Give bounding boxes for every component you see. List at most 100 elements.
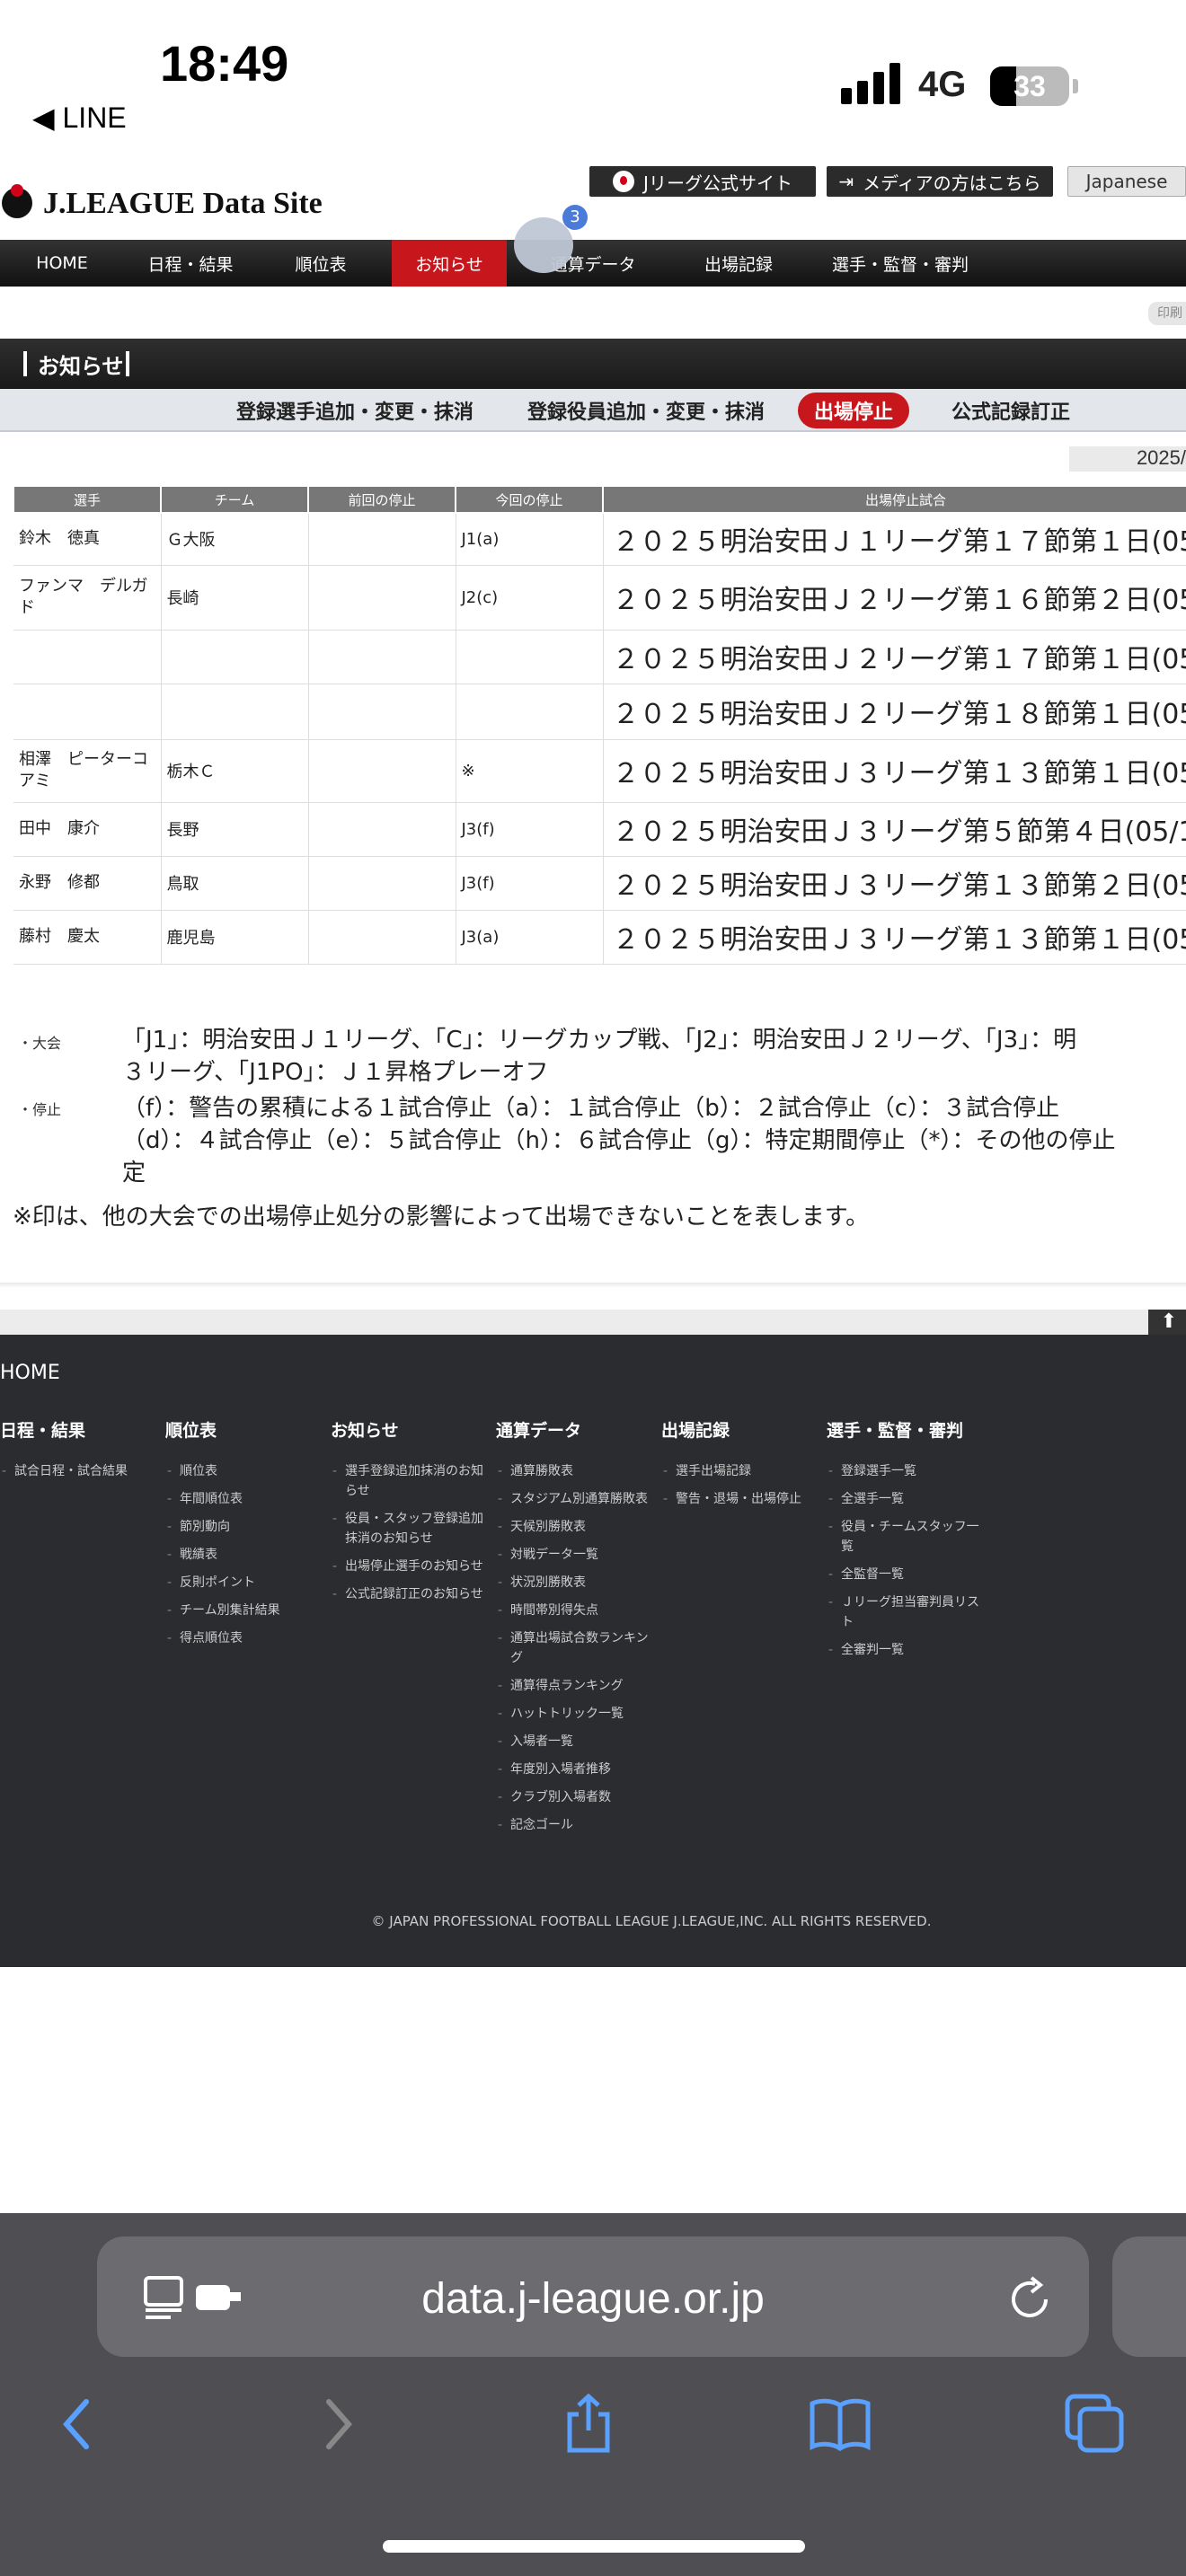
share-icon[interactable] [557,2393,620,2456]
footer-link[interactable]: 得点順位表 [165,1628,327,1648]
date-selector[interactable]: 2025/ [1069,446,1186,472]
back-to-top-icon[interactable]: ⬆ [1148,1310,1186,1335]
footer-link[interactable]: 通算得点ランキング [496,1676,658,1696]
subtab-suspension[interactable]: 出場停止 [791,389,916,432]
back-icon[interactable] [47,2393,110,2456]
print-button[interactable]: 印刷 [1148,302,1186,325]
previous-suspension [308,630,456,684]
footer-link[interactable]: 選手登録追加抹消のお知らせ [331,1461,492,1501]
suspended-match[interactable]: ２０２５明治安田Ｊ３リーグ第１３節第１日(05/17) [603,739,1186,803]
language-button[interactable]: Japanese [1067,166,1186,197]
table-row: 相澤 ピーターコアミ 栃木Ｃ ※ ２０２５明治安田Ｊ３リーグ第１３節第１日(05… [13,739,1186,803]
footer-link[interactable]: 役員・スタッフ登録追加抹消のお知らせ [331,1509,492,1548]
footer-link[interactable]: 公式記録訂正のお知らせ [331,1584,492,1604]
suspended-match[interactable]: ２０２５明治安田Ｊ３リーグ第５節第４日(05/14) [603,802,1186,857]
footer-link[interactable]: ハットトリック一覧 [496,1704,658,1724]
previous-suspension [308,910,456,965]
reload-icon[interactable] [1005,2274,1055,2325]
col-previous-suspension: 前回の停止 [307,485,456,514]
footer-link[interactable]: 記念ゴール [496,1815,658,1835]
table-row: 田中 康介 長野 J3(f) ２０２５明治安田Ｊ３リーグ第５節第４日(05/14… [13,802,1186,857]
previous-suspension [308,513,456,566]
player-name[interactable]: 永野 修都 [13,856,162,911]
footer-link[interactable]: 入場者一覧 [496,1732,658,1751]
player-name[interactable]: ファンマ デルガド [13,565,162,631]
footer-link[interactable]: 節別動向 [165,1517,327,1537]
subtab-player-registration[interactable]: 登録選手追加・変更・抹消 [225,389,485,432]
footer-link[interactable]: 年間順位表 [165,1489,327,1509]
player-name[interactable]: 鈴木 徳真 [13,513,162,566]
footer-link[interactable]: 戦績表 [165,1545,327,1565]
team-name: 長崎 [161,565,309,631]
player-name[interactable] [13,684,162,740]
footer-col-appearance: 出場記録 選手出場記録 警告・退場・出場停止 [661,1417,823,1517]
footer-link[interactable]: 登録選手一覧 [827,1461,988,1481]
footer-link[interactable]: 対戦データ一覧 [496,1545,658,1565]
footer-link[interactable]: 順位表 [165,1461,327,1481]
jleague-emblem-icon [0,184,36,224]
footer-link[interactable]: 警告・退場・出場停止 [661,1489,823,1509]
suspended-match[interactable]: ２０２５明治安田Ｊ３リーグ第１３節第２日(05/18) [603,856,1186,911]
footer-link[interactable]: Ｊリーグ担当審判員リスト [827,1592,988,1632]
footer-link[interactable]: 全監督一覧 [827,1565,988,1584]
footer-link[interactable]: 年度別入場者推移 [496,1760,658,1779]
footer-link[interactable]: クラブ別入場者数 [496,1787,658,1807]
nav-appearance-records[interactable]: 出場記録 [679,240,798,287]
back-to-app-link[interactable]: ◀ LINE [32,101,127,135]
footer-link[interactable]: 状況別勝敗表 [496,1573,658,1592]
footer-home-link[interactable]: HOME [0,1362,60,1384]
tournament-line-1: 「J1」：明治安田Ｊ１リーグ、「C」：リーグカップ戦、「J2」：明治安田Ｊ２リー… [122,1027,1077,1054]
team-name: 鳥取 [161,856,309,911]
subtab-record-correction[interactable]: 公式記録訂正 [934,389,1087,432]
battery-icon: 33 [990,66,1069,106]
home-indicator[interactable] [383,2540,805,2553]
team-name: Ｇ大阪 [161,513,309,566]
footer-link[interactable]: スタジアム別通算勝敗表 [496,1489,658,1509]
footer-col-people: 選手・監督・審判 登録選手一覧 全選手一覧 役員・チームスタッフ一覧 全監督一覧… [827,1417,988,1668]
reader-icon[interactable] [144,2274,243,2321]
footer-link[interactable]: 反則ポイント [165,1573,327,1592]
footer-link[interactable]: 役員・チームスタッフ一覧 [827,1517,988,1557]
footer-link[interactable]: 天候別勝敗表 [496,1517,658,1537]
footer-link[interactable]: 選手出場記録 [661,1461,823,1481]
footer-link[interactable]: 全審判一覧 [827,1640,988,1660]
suspended-match[interactable]: ２０２５明治安田Ｊ２リーグ第１７節第１日(05/25) [603,630,1186,684]
footer-link[interactable]: 出場停止選手のお知らせ [331,1557,492,1576]
player-name[interactable]: 田中 康介 [13,802,162,857]
nav-schedule[interactable]: 日程・結果 [128,240,253,287]
suspended-match[interactable]: ２０２５明治安田Ｊ２リーグ第１６節第２日(05/18) [603,565,1186,631]
bookmarks-icon[interactable] [809,2393,872,2456]
tabs-icon[interactable] [1062,2393,1125,2456]
suspended-match[interactable]: ２０２５明治安田Ｊ２リーグ第１８節第１日(05/31) [603,684,1186,740]
official-site-button[interactable]: Jリーグ公式サイト [589,166,816,197]
official-site-label: Jリーグ公式サイト [643,172,792,194]
content-divider [0,1283,1186,1288]
player-name[interactable]: 相澤 ピーターコアミ [13,739,162,803]
footer-link[interactable]: 通算勝敗表 [496,1461,658,1481]
player-name[interactable] [13,630,162,684]
nav-news[interactable]: お知らせ [392,240,507,287]
table-row: 永野 修都 鳥取 J3(f) ２０２５明治安田Ｊ３リーグ第１３節第２日(05/1… [13,856,1186,911]
nav-players-coaches-referees[interactable]: 選手・監督・審判 [819,240,981,287]
forward-icon[interactable] [305,2393,368,2456]
current-suspension: J3(f) [456,802,604,857]
footer-link[interactable]: 試合日程・試合結果 [0,1461,162,1481]
section-title: お知らせ [0,339,1186,389]
nav-standings[interactable]: 順位表 [257,240,385,287]
pagetop-bar [0,1310,1186,1335]
jleague-logo[interactable]: J.LEAGUE Data Site [0,184,323,224]
footer-link[interactable]: 通算出場試合数ランキング [496,1628,658,1668]
nav-home[interactable]: HOME [0,240,124,287]
footer-link[interactable]: チーム別集計結果 [165,1601,327,1620]
suspended-match[interactable]: ２０２５明治安田Ｊ１リーグ第１７節第１日(05/17) [603,513,1186,566]
player-name[interactable]: 藤村 慶太 [13,910,162,965]
footer-link[interactable]: 時間帯別得失点 [496,1601,658,1620]
subtab-staff-registration[interactable]: 登録役員追加・変更・抹消 [516,389,776,432]
footer-link[interactable]: 全選手一覧 [827,1489,988,1509]
signal-icon [841,63,900,104]
suspended-match[interactable]: ２０２５明治安田Ｊ３リーグ第１３節第１日(05/17) [603,910,1186,965]
floating-chat-bubble[interactable]: 3 [509,205,589,277]
footer-col-title: 通算データ [496,1421,582,1441]
media-button[interactable]: ⇥ メディアの方はこちら [827,166,1053,197]
team-name [161,684,309,740]
